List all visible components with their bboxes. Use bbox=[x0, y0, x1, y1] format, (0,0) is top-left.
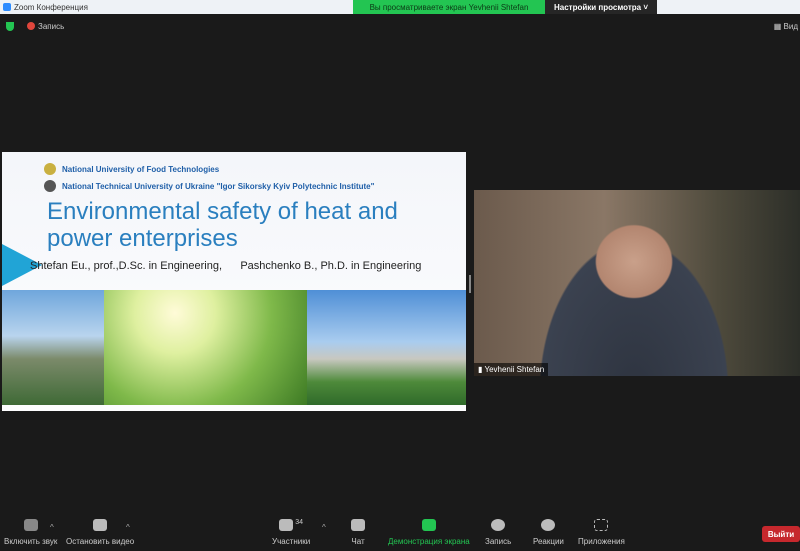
participants-caret[interactable]: ^ bbox=[322, 523, 326, 532]
resize-handle[interactable] bbox=[469, 275, 471, 293]
apps-button[interactable]: Приложения bbox=[578, 519, 625, 546]
participants-icon bbox=[279, 519, 294, 531]
chat-button[interactable]: Чат bbox=[351, 519, 365, 546]
stop-video-button[interactable]: Остановить видео bbox=[66, 519, 134, 546]
reactions-label: Реакции bbox=[533, 537, 564, 546]
security-shield-icon[interactable] bbox=[6, 21, 14, 31]
view-button[interactable]: ▦ Вид bbox=[774, 22, 798, 31]
slide-photos bbox=[2, 290, 466, 405]
green-globe-photo bbox=[104, 290, 307, 405]
recording-icon bbox=[27, 22, 35, 30]
university-name: National University of Food Technologies bbox=[62, 165, 220, 174]
chat-icon bbox=[351, 519, 365, 531]
smiley-icon bbox=[541, 519, 556, 531]
muted-mic-icon bbox=[23, 519, 38, 531]
cooling-towers-photo bbox=[307, 290, 466, 405]
stop-video-label: Остановить видео bbox=[66, 537, 135, 546]
record-button[interactable]: Запись bbox=[485, 519, 511, 546]
power-plant-photo bbox=[2, 290, 104, 405]
speaker-image bbox=[514, 200, 754, 376]
zoom-logo-icon bbox=[3, 3, 11, 11]
video-camera-icon bbox=[93, 519, 108, 531]
shared-slide: National University of Food Technologies… bbox=[2, 152, 466, 411]
video-options-caret[interactable]: ^ bbox=[126, 523, 130, 532]
meeting-toolbar: Включить звук ^ Остановить видео ^ 34 Уча… bbox=[0, 515, 800, 551]
leave-button[interactable]: Выйти bbox=[762, 526, 800, 542]
recording-label[interactable]: Запись bbox=[38, 22, 64, 31]
participants-count: 34 bbox=[295, 519, 303, 526]
view-options-button[interactable]: Настройки просмотра ˅ bbox=[545, 0, 657, 14]
apps-label: Приложения bbox=[578, 537, 625, 546]
slide-authors: Shtefan Eu., prof.,D.Sc. in Engineering,… bbox=[30, 260, 422, 272]
apps-icon bbox=[594, 519, 609, 531]
participants-button[interactable]: 34 Участники bbox=[272, 519, 310, 546]
participant-video[interactable]: ▮ Yevhenii Shtefan bbox=[474, 190, 800, 376]
window-title: Zoom Конференция bbox=[14, 2, 88, 12]
slide-title: Environmental safety of heat and power e… bbox=[47, 198, 398, 252]
participants-label: Участники bbox=[272, 537, 311, 546]
chat-label: Чат bbox=[351, 537, 365, 546]
university-seal-icon bbox=[44, 180, 56, 192]
view-label: Вид bbox=[783, 21, 798, 31]
record-label: Запись bbox=[485, 537, 512, 546]
record-icon bbox=[491, 519, 506, 531]
meeting-topbar: Запись ▦ Вид bbox=[0, 18, 800, 34]
screen-share-banner: Вы просматриваете экран Yevhenii Shtefan bbox=[353, 0, 545, 14]
audio-options-caret[interactable]: ^ bbox=[50, 523, 54, 532]
share-screen-label: Демонстрация экрана bbox=[388, 537, 470, 546]
university-name: National Technical University of Ukraine… bbox=[62, 182, 375, 191]
unmute-label: Включить звук bbox=[4, 537, 58, 546]
participant-name-tag: ▮ Yevhenii Shtefan bbox=[474, 363, 549, 376]
share-screen-button[interactable]: Демонстрация экрана bbox=[388, 519, 470, 546]
university-seal-icon bbox=[44, 163, 56, 175]
participant-name: Yevhenii Shtefan bbox=[484, 365, 545, 374]
reactions-button[interactable]: Реакции bbox=[533, 519, 564, 546]
share-screen-icon bbox=[421, 519, 436, 531]
